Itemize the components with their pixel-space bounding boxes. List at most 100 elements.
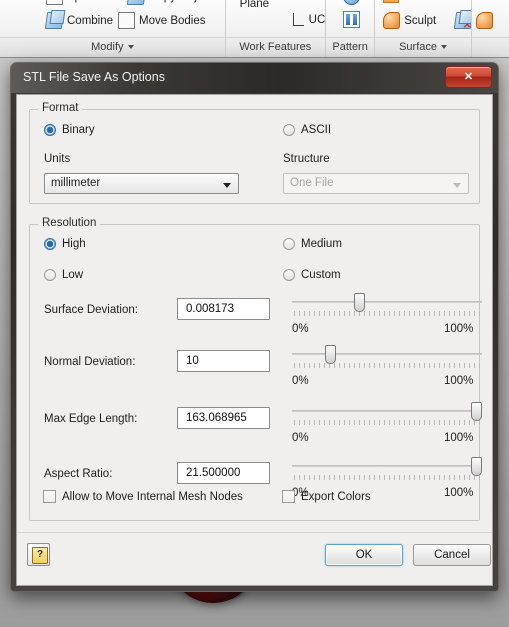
stitch-icon [383, 0, 400, 3]
normal-deviation-max-label: 100% [444, 375, 474, 387]
max-edge-length-min-label: 0% [292, 432, 309, 444]
ribbon-button-overflow[interactable] [475, 12, 493, 29]
radio-ascii-label: ASCII [301, 124, 332, 136]
combine-icon [44, 12, 65, 29]
max-edge-length-input[interactable] [177, 407, 270, 429]
surface-deviation-input[interactable] [177, 298, 270, 320]
work-point-icon: ⋎ [294, 0, 303, 1]
aspect-ratio-input[interactable] [177, 462, 270, 484]
checkbox-allow-move-internal-mesh-nodes[interactable]: Allow to Move Internal Mesh Nodes [43, 490, 243, 503]
radio-resolution-custom[interactable]: Custom [283, 269, 341, 281]
copy-object-icon [126, 0, 147, 5]
ribbon-button-circular-pattern[interactable] [342, 0, 360, 5]
ribbon-button-draft-label: aft [8, 0, 21, 1]
ucs-icon [290, 12, 305, 27]
chevron-down-icon [441, 45, 448, 50]
max-edge-length-max-label: 100% [444, 432, 474, 444]
slider-ticks [294, 363, 480, 368]
radio-resolution-high[interactable]: High [44, 238, 86, 250]
ribbon-button-plane[interactable]: Plane [240, 0, 269, 11]
ribbon-panel-pattern-body [326, 0, 374, 38]
normal-deviation-slider[interactable] [292, 345, 482, 375]
ribbon-button-copy-object-label: Copy Object [149, 0, 212, 3]
surface-deviation-slider[interactable] [292, 293, 482, 323]
slider-thumb[interactable] [471, 402, 483, 421]
radio-format-binary[interactable]: Binary [44, 124, 95, 136]
ribbon-button-delete-face[interactable]: ✕ [454, 12, 471, 31]
chevron-down-icon [453, 183, 461, 188]
radio-low-indicator [44, 269, 56, 281]
ribbon-button-combine[interactable]: Combine [44, 12, 113, 29]
resolution-group-legend: Resolution [38, 217, 101, 229]
slider-thumb[interactable] [325, 345, 336, 364]
ribbon-panel-modify-title[interactable]: Modify [0, 37, 225, 57]
delete-face-icon: ✕ [454, 12, 471, 31]
aspect-ratio-slider[interactable] [292, 457, 483, 487]
screen: aft Split Combine Copy Object [0, 0, 509, 627]
cancel-button[interactable]: Cancel [413, 544, 491, 566]
ribbon-button-plane-label: Plane [239, 0, 270, 10]
ribbon-panel-work-features-body: Plane ⋎ Point UCS [226, 0, 325, 38]
slider-track [292, 410, 482, 412]
format-group: Format Binary ASCII Units Structure mill… [29, 102, 480, 204]
ribbon-button-split-label: Split [67, 0, 89, 3]
stl-save-options-dialog: STL File Save As Options ✕ Format Binary… [10, 62, 499, 592]
ribbon-button-sculpt[interactable]: Sculpt [383, 12, 436, 29]
ribbon-panel-surface-title[interactable]: Surface [375, 37, 471, 57]
ok-button[interactable]: OK [325, 544, 403, 566]
ribbon-button-copy-object[interactable]: Copy Object [126, 0, 212, 5]
help-icon: ? [32, 547, 48, 564]
help-button[interactable]: ? [27, 543, 50, 566]
max-edge-length-slider[interactable] [292, 402, 483, 432]
units-dropdown[interactable]: millimeter [44, 173, 239, 194]
close-icon[interactable]: ✕ [445, 66, 492, 88]
sculpt-icon [383, 12, 401, 29]
chevron-down-icon [223, 183, 231, 188]
ribbon-panel-surface-body: Stitch Sculpt ✕ [375, 0, 471, 38]
normal-deviation-input[interactable] [177, 350, 270, 372]
units-label: Units [44, 153, 71, 165]
units-dropdown-value: millimeter [51, 177, 101, 189]
ribbon-panel-modify-title-text: Modify [91, 41, 124, 53]
slider-track [292, 301, 482, 303]
ribbon-panel-surface: Stitch Sculpt ✕ Surface [375, 0, 472, 57]
aspect-ratio-max-label: 100% [444, 487, 474, 499]
structure-dropdown: One File [283, 173, 469, 194]
ribbon-button-move-bodies[interactable]: Move Bodies [118, 12, 205, 29]
radio-low-label: Low [62, 269, 84, 281]
radio-resolution-medium[interactable]: Medium [283, 238, 342, 250]
ribbon-toolbar: aft Split Combine Copy Object [0, 0, 509, 58]
red-x-icon: ✕ [462, 20, 471, 31]
ribbon-button-mirror[interactable] [342, 11, 360, 28]
max-edge-length-label: Max Edge Length: [44, 413, 138, 425]
radio-medium-indicator [283, 238, 295, 250]
radio-binary-indicator [44, 124, 56, 136]
checkbox-allow-move-label: Allow to Move Internal Mesh Nodes [62, 490, 243, 503]
radio-medium-label: Medium [301, 238, 342, 250]
boundary-patch-icon [475, 12, 493, 29]
checkbox-export-colors-indicator [282, 490, 295, 503]
ribbon-button-split[interactable]: Split [46, 0, 89, 5]
ribbon-button-point[interactable]: ⋎ Point [294, 0, 325, 1]
radio-custom-indicator [283, 269, 295, 281]
move-bodies-icon [118, 12, 135, 29]
radio-custom-label: Custom [301, 269, 341, 281]
ribbon-button-sculpt-label: Sculpt [404, 14, 437, 27]
normal-deviation-label: Normal Deviation: [44, 356, 136, 368]
radio-binary-label: Binary [62, 124, 95, 136]
slider-thumb[interactable] [471, 457, 483, 476]
ribbon-button-draft[interactable]: aft [8, 0, 21, 1]
radio-format-ascii[interactable]: ASCII [283, 124, 331, 136]
slider-track [292, 465, 482, 467]
slider-thumb[interactable] [353, 293, 365, 312]
slider-ticks [294, 311, 480, 316]
ribbon-button-stitch[interactable]: Stitch [383, 0, 432, 3]
structure-dropdown-value: One File [290, 177, 334, 189]
ribbon-panel-pattern-title[interactable]: Pattern [325, 37, 375, 57]
checkbox-export-colors[interactable]: Export Colors [282, 490, 371, 503]
dialog-titlebar[interactable]: STL File Save As Options ✕ [11, 63, 498, 93]
radio-ascii-indicator [283, 124, 295, 136]
ribbon-button-ucs[interactable]: UCS [290, 12, 325, 27]
radio-resolution-low[interactable]: Low [44, 269, 83, 281]
ribbon-panel-work-features-title[interactable]: Work Features [225, 37, 325, 57]
